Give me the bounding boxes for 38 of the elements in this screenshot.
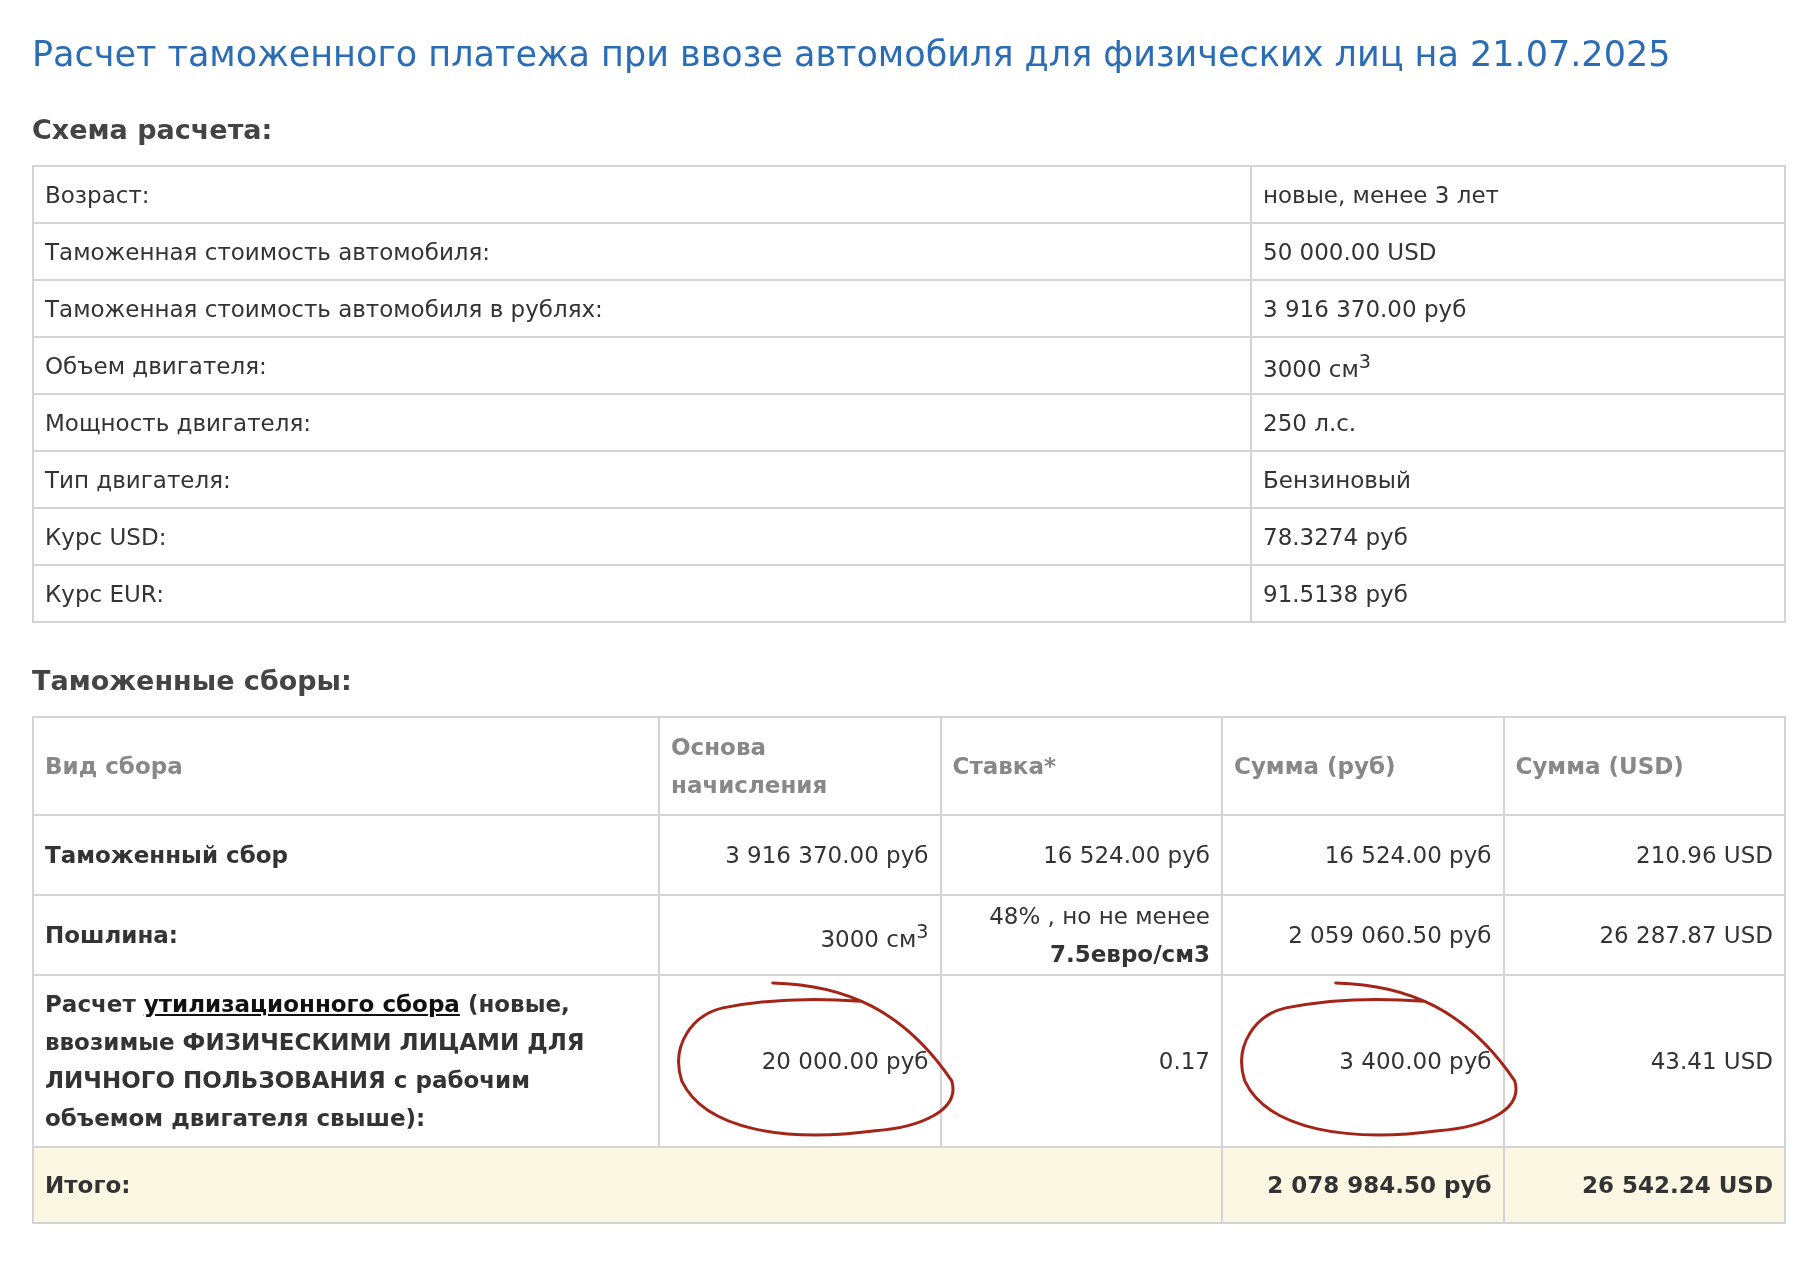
table-cell: 91.5138 руб bbox=[1251, 565, 1785, 622]
table-cell: 26 287.87 USD bbox=[1503, 895, 1785, 975]
table-cell: Пошлина: bbox=[33, 895, 659, 975]
table-cell: Курс EUR: bbox=[33, 565, 1251, 622]
table-cell: 78.3274 руб bbox=[1251, 508, 1785, 565]
table-cell: 16 524.00 руб bbox=[940, 815, 1222, 895]
table-cell: Таможенная стоимость автомобиля: bbox=[33, 223, 1251, 280]
table-cell: Бензиновый bbox=[1251, 451, 1785, 508]
table-cell: Объем двигателя: bbox=[33, 337, 1251, 394]
table-cell: Тип двигателя: bbox=[33, 451, 1251, 508]
table-cell: Таможенный сбор bbox=[33, 815, 659, 895]
table-cell: 3000 см$^{3}$ bbox=[659, 895, 941, 975]
table-cell: 3 916 370.00 руб bbox=[659, 815, 941, 895]
column-header: Ставка* bbox=[940, 717, 1222, 815]
fee-link[interactable]: утилизационного сбора bbox=[143, 991, 460, 1017]
table-cell: 48% , но не менее 7.5евро/см3 bbox=[940, 895, 1222, 975]
table-cell: 250 л.с. bbox=[1251, 394, 1785, 451]
column-header: Сумма (USD) bbox=[1503, 717, 1785, 815]
section-heading: Схема расчета: bbox=[32, 114, 274, 145]
column-header: Сумма (руб) bbox=[1222, 717, 1504, 815]
table-cell: Итого: bbox=[33, 1147, 1222, 1223]
table-cell: 26 542.24 USD bbox=[1503, 1147, 1785, 1223]
page-title: Расчет таможенного платежа при ввозе автомобиля для физических лиц на 21.07.2025 bbox=[32, 34, 1672, 74]
table-cell: 210.96 USD bbox=[1503, 815, 1785, 895]
table-cell: новые, менее 3 лет bbox=[1251, 166, 1785, 223]
table-cell: Мощность двигателя: bbox=[33, 394, 1251, 451]
table-cell: Возраст: bbox=[33, 166, 1251, 223]
table-cell: 16 524.00 руб bbox=[1222, 815, 1504, 895]
table-cell: Таможенная стоимость автомобиля в рублях: bbox=[33, 280, 1251, 337]
column-header: Вид сбора bbox=[33, 717, 659, 815]
column-header: Основа начисления bbox=[659, 717, 941, 815]
table-cell: 3000 см$^{3}$ bbox=[1251, 337, 1785, 394]
section-heading: Таможенные сборы: bbox=[32, 665, 353, 696]
table-cell: 50 000.00 USD bbox=[1251, 223, 1785, 280]
table-cell: 3 916 370.00 руб bbox=[1251, 280, 1785, 337]
table-cell: 2 059 060.50 руб bbox=[1222, 895, 1504, 975]
table-cell: 2 078 984.50 руб bbox=[1222, 1147, 1504, 1223]
table-cell: Курс USD: bbox=[33, 508, 1251, 565]
